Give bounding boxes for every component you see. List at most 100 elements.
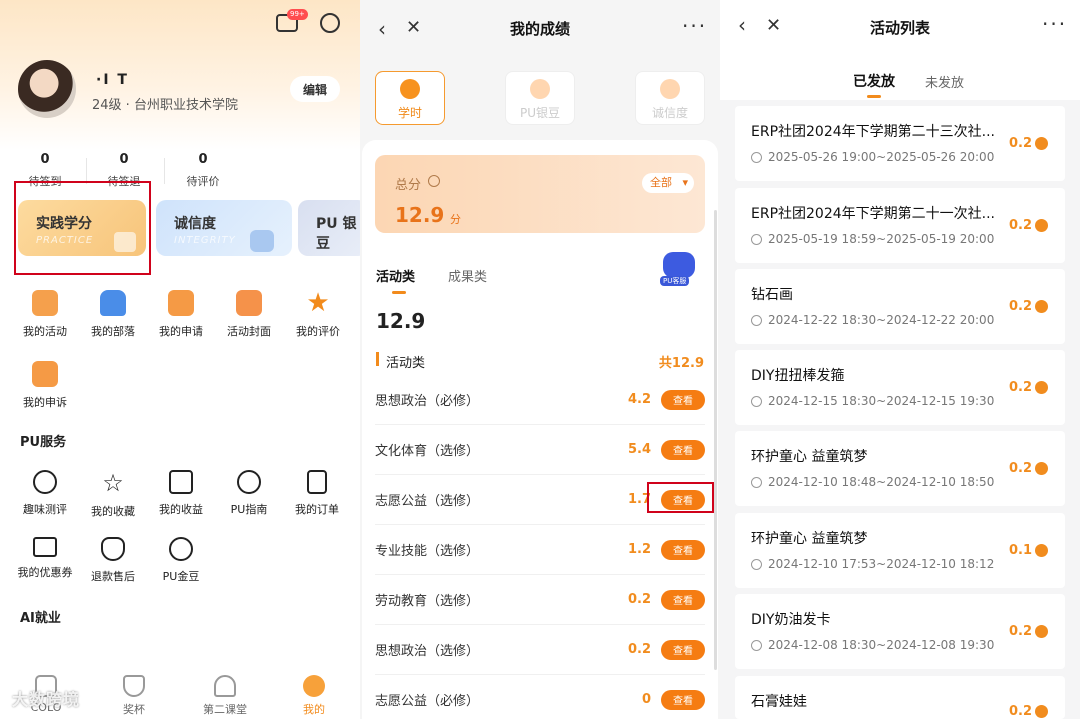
star-outline-icon: ☆ <box>102 469 124 497</box>
row-label: 劳动教育（选修） <box>375 594 480 609</box>
row-label: 志愿公益（选修） <box>375 494 480 509</box>
more-icon[interactable]: ··· <box>1042 12 1067 36</box>
pu-bean-card[interactable]: PU 银豆 BEAN <box>298 200 360 266</box>
row-label: 专业技能（选修） <box>375 544 480 559</box>
time-text: 2024-12-10 17:53~2024-12-10 18:12 <box>768 557 995 571</box>
activity-item[interactable]: ERP社团2024年下学期第二十三次社... 2025-05-26 19:00~2… <box>735 106 1065 181</box>
tab-issued[interactable]: 已发放 <box>853 71 895 98</box>
stat-value: 0 <box>40 152 50 167</box>
close-icon[interactable]: ✕ <box>766 15 781 36</box>
score-row: 文化体育（选修） 5.4 查看 <box>375 425 705 475</box>
view-button[interactable]: 查看 <box>661 639 705 660</box>
section-title-ai-jobs: AI就业 <box>20 611 61 626</box>
tab-label: 第二课堂 <box>203 703 247 716</box>
coin-icon <box>1035 625 1048 638</box>
watermark: 大数跨境 <box>12 690 81 709</box>
robot-icon[interactable] <box>663 252 695 278</box>
chart-icon <box>169 470 193 494</box>
activity-list-panel: 活动列表 ‹ ✕ ··· 已发放 未发放 ERP社团2024年下学期第二十三次社… <box>720 0 1080 719</box>
points-value: 0.2 <box>1008 380 1032 395</box>
grid-label: 退款售后 <box>91 570 135 583</box>
stat-label: 待评价 <box>186 175 220 188</box>
activity-time: 2024-12-10 17:53~2024-12-10 18:12 <box>751 557 994 571</box>
grid-my-activities[interactable]: 我的活动 <box>10 290 80 339</box>
view-button[interactable]: 查看 <box>661 589 705 610</box>
clock-icon <box>751 476 762 488</box>
activity-name: DIY扭扭棒发箍 <box>751 368 845 384</box>
filter-dropdown[interactable]: 全部 ▾ <box>642 173 694 193</box>
tab-trophy[interactable]: 奖杯 <box>98 675 170 717</box>
appeal-icon <box>32 361 58 387</box>
grid-my-tribe[interactable]: 我的部落 <box>78 290 148 339</box>
help-icon[interactable] <box>428 175 440 187</box>
category-hours[interactable]: 学时 <box>375 71 445 125</box>
edit-profile-button[interactable]: 编辑 <box>290 76 340 102</box>
back-icon[interactable]: ‹ <box>378 17 386 41</box>
tab-second-class[interactable]: 第二课堂 <box>189 675 261 717</box>
category-label: PU银豆 <box>519 106 561 120</box>
activity-item[interactable]: ERP社团2024年下学期第二十一次社... 2025-05-19 18:59~2… <box>735 188 1065 263</box>
stat-pending-review[interactable]: 0 待评价 <box>168 152 238 189</box>
activity-item[interactable]: 环护童心 益童筑梦 2024-12-10 18:48~2024-12-10 18:… <box>735 431 1065 506</box>
category-pu-silver[interactable]: PU银豆 <box>505 71 575 125</box>
avatar[interactable] <box>18 60 76 118</box>
grid-my-appeals[interactable]: 我的申诉 <box>10 361 80 410</box>
more-icon[interactable]: ··· <box>682 14 707 38</box>
tab-achievement[interactable]: 成果类 <box>448 266 487 285</box>
grid-label: 我的申请 <box>159 325 203 338</box>
tab-label: 未发放 <box>925 76 965 91</box>
grid-activity-cover[interactable]: 活动封面 <box>214 290 284 339</box>
grid-label: PU金豆 <box>162 570 200 583</box>
activity-item[interactable]: 钻石画 2024-12-22 18:30~2024-12-22 20:00 0.2 <box>735 269 1065 344</box>
activity-name: ERP社团2024年下学期第二十一次社... <box>751 206 995 222</box>
row-value: 1.2 <box>627 542 651 557</box>
clock-icon <box>751 395 762 407</box>
activity-item[interactable]: DIY扭扭棒发箍 2024-12-15 18:30~2024-12-15 19:3… <box>735 350 1065 425</box>
view-button[interactable]: 查看 <box>661 689 705 710</box>
activity-points: 0.2 <box>1009 461 1048 476</box>
tribe-icon <box>100 290 126 316</box>
grid-label: 我的活动 <box>23 325 67 338</box>
card-title: PU 银豆 <box>316 216 357 252</box>
row-value: 0.2 <box>627 592 651 607</box>
row-value: 5.4 <box>627 442 651 457</box>
activity-item[interactable]: 石膏娃娃 0.2 <box>735 676 1065 719</box>
grid-my-reviews[interactable]: ★ 我的评价 <box>283 290 353 339</box>
activity-item[interactable]: 环护童心 益童筑梦 2024-12-10 17:53~2024-12-10 18:… <box>735 513 1065 588</box>
page-title: 活动列表 <box>869 18 930 37</box>
service-fun-test[interactable]: 趣味测评 <box>10 470 80 517</box>
service-my-earnings[interactable]: 我的收益 <box>146 470 216 517</box>
grid-label: 我的部落 <box>91 325 135 338</box>
shield-star-icon <box>250 230 274 252</box>
time-text: 2024-12-08 18:30~2024-12-08 19:30 <box>768 638 995 652</box>
time-text: 2024-12-22 18:30~2024-12-22 20:00 <box>768 313 995 327</box>
view-button[interactable]: 查看 <box>661 539 705 560</box>
coin-icon <box>1035 219 1048 232</box>
view-button[interactable]: 查看 <box>661 389 705 410</box>
service-my-coupons[interactable]: 我的优惠券 <box>10 537 80 580</box>
activity-item[interactable]: DIY奶油发卡 2024-12-08 18:30~2024-12-08 19:30… <box>735 594 1065 669</box>
service-my-orders[interactable]: 我的订单 <box>282 470 352 517</box>
tab-activity[interactable]: 活动类 <box>376 266 415 294</box>
service-my-favorites[interactable]: ☆ 我的收藏 <box>78 470 148 519</box>
settings-icon[interactable] <box>320 13 340 33</box>
section-title: 活动类 <box>386 356 426 371</box>
category-integrity[interactable]: 诚信度 <box>635 71 705 125</box>
row-value: 0.2 <box>627 642 651 657</box>
activity-name: 环护童心 益童筑梦 <box>751 449 868 465</box>
scrollbar[interactable] <box>714 210 717 670</box>
points-value: 0.2 <box>1008 704 1032 719</box>
card-title: 诚信度 <box>174 216 216 232</box>
service-refund[interactable]: 退款售后 <box>78 537 148 584</box>
service-pu-guide[interactable]: PU指南 <box>214 470 284 517</box>
tab-mine[interactable]: 我的 <box>278 675 350 717</box>
close-icon[interactable]: ✕ <box>406 17 421 38</box>
time-text: 2025-05-19 18:59~2025-05-19 20:00 <box>768 232 995 246</box>
grid-my-applications[interactable]: 我的申请 <box>146 290 216 339</box>
coin-icon <box>1035 462 1048 475</box>
view-button[interactable]: 查看 <box>661 439 705 460</box>
service-pu-gold-bean[interactable]: PU金豆 <box>146 537 216 584</box>
tab-label: 奖杯 <box>123 703 145 716</box>
back-icon[interactable]: ‹ <box>738 13 746 37</box>
tab-not-issued[interactable]: 未发放 <box>925 72 964 91</box>
